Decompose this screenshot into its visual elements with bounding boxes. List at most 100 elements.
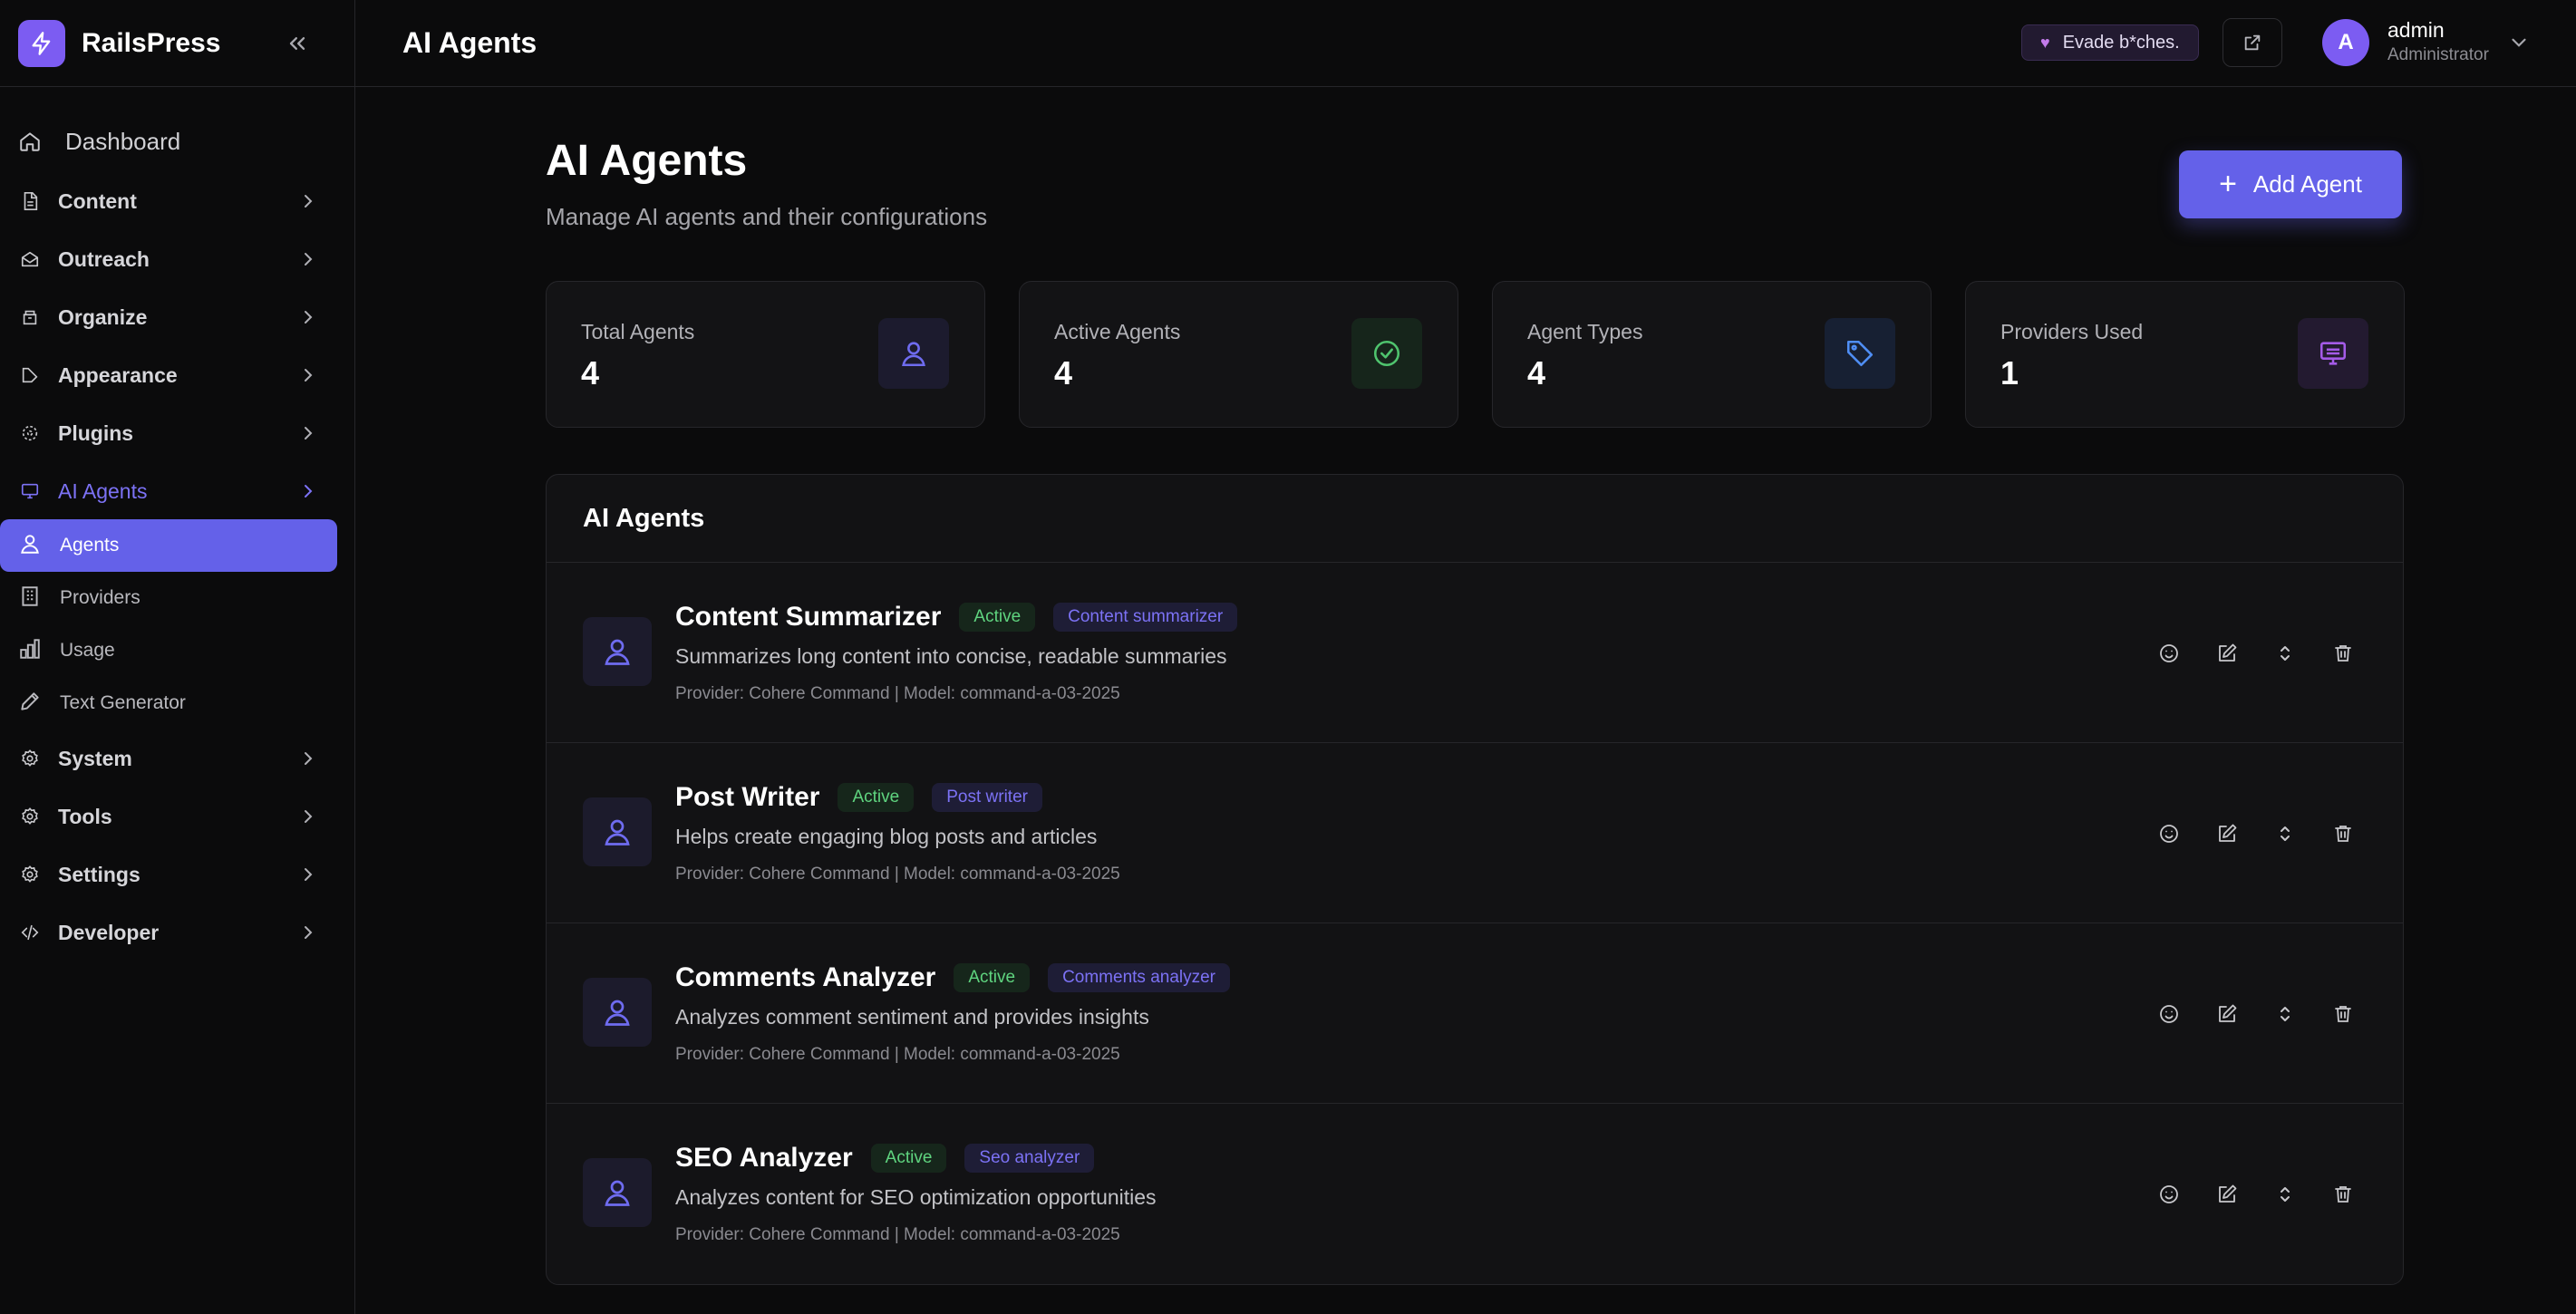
edit-agent-button[interactable]: [2209, 635, 2245, 671]
sidebar-subitem-usage[interactable]: Usage: [0, 624, 337, 677]
sidebar-item-developer[interactable]: Developer: [0, 907, 355, 958]
page-title: AI Agents: [546, 137, 748, 185]
stat-card-providers-used: Providers Used 1: [1965, 281, 2405, 428]
external-link-icon: [2244, 34, 2261, 51]
edit-agent-button[interactable]: [2209, 996, 2245, 1032]
sidebar: RailsPress Dashboard Content Outreach Or…: [0, 0, 355, 1314]
chevron-up-down-icon: [2281, 1007, 2290, 1021]
mail-open-icon: [18, 247, 42, 271]
bar-chart-icon: [18, 637, 42, 665]
trash-icon: [2335, 1006, 2351, 1022]
avatar[interactable]: A: [2322, 19, 2369, 66]
app-name[interactable]: RailsPress: [82, 28, 220, 59]
sidebar-subitem-agents[interactable]: Agents: [0, 519, 337, 572]
add-agent-button[interactable]: + Add Agent: [2179, 150, 2402, 218]
sidebar-item-dashboard[interactable]: Dashboard: [0, 116, 355, 167]
bolt-icon[interactable]: [18, 19, 65, 67]
reorder-agent-button[interactable]: [2267, 816, 2303, 852]
type-badge: Comments analyzer: [1048, 963, 1231, 992]
topbar: AI Agents ♥ Evade b*ches. A admin Admini…: [355, 0, 2576, 87]
agent-header: SEO Analyzer Active Seo analyzer: [675, 1143, 1095, 1174]
agent-name[interactable]: Content Summarizer: [675, 602, 941, 633]
chevron-right-icon: [305, 311, 313, 324]
delete-agent-button[interactable]: [2325, 816, 2361, 852]
sidebar-item-content[interactable]: Content: [0, 176, 355, 227]
row-actions: [2151, 996, 2383, 1032]
agent-description: Helps create engaging blog posts and art…: [675, 825, 1098, 848]
sidebar-item-system[interactable]: System: [0, 733, 355, 784]
delete-agent-button[interactable]: [2325, 1176, 2361, 1213]
sidebar-item-ai-agents[interactable]: AI Agents: [0, 466, 355, 517]
sidebar-item-plugins[interactable]: Plugins: [0, 408, 355, 459]
sidebar-item-label: Plugins: [58, 420, 134, 445]
sidebar-item-organize[interactable]: Organize: [0, 292, 355, 343]
chevron-right-icon: [305, 810, 313, 823]
sidebar-subitem-text-generator[interactable]: Text Generator: [0, 677, 337, 729]
sidebar-item-label: Developer: [58, 920, 160, 944]
user-icon: [18, 532, 42, 560]
sidebar-item-appearance[interactable]: Appearance: [0, 350, 355, 401]
stat-label: Total Agents: [581, 320, 695, 343]
sidebar-subitem-providers[interactable]: Providers: [0, 572, 337, 624]
sidebar-item-outreach[interactable]: Outreach: [0, 234, 355, 285]
smile-icon: [2160, 644, 2178, 662]
status-badge: Active: [954, 963, 1031, 992]
chevron-up-down-icon: [2281, 826, 2290, 841]
check-circle-icon: [1351, 318, 1422, 389]
agent-name[interactable]: SEO Analyzer: [675, 1143, 853, 1174]
sidebar-item-label: Dashboard: [65, 127, 181, 155]
sidebar-item-tools[interactable]: Tools: [0, 791, 355, 842]
puzzle-icon: [18, 421, 42, 445]
palette-icon: [18, 363, 42, 387]
agent-avatar: [583, 978, 652, 1047]
gear-icon: [18, 747, 42, 770]
agent-name[interactable]: Post Writer: [675, 782, 819, 813]
type-badge: Seo analyzer: [964, 1144, 1095, 1173]
chevron-right-icon: [305, 369, 313, 382]
chevron-right-icon: [305, 253, 313, 266]
smile-icon: [2160, 825, 2178, 843]
gear-icon: [18, 805, 42, 828]
agent-header: Post Writer Active Post writer: [675, 782, 1042, 813]
user-icon: [605, 1000, 630, 1026]
reorder-agent-button[interactable]: [2267, 1176, 2303, 1213]
delete-agent-button[interactable]: [2325, 635, 2361, 671]
monitor-icon: [2298, 318, 2368, 389]
test-agent-button[interactable]: [2151, 1176, 2187, 1213]
announcement-pill[interactable]: ♥ Evade b*ches.: [2021, 24, 2199, 61]
collapse-sidebar-button[interactable]: [279, 25, 315, 62]
reorder-agent-button[interactable]: [2267, 996, 2303, 1032]
test-agent-button[interactable]: [2151, 996, 2187, 1032]
test-agent-button[interactable]: [2151, 635, 2187, 671]
tag-icon: [1825, 318, 1895, 389]
sidebar-item-label: Appearance: [58, 362, 178, 387]
agents-card: AI Agents Content Summarizer Active Cont…: [546, 474, 2404, 1285]
agent-name[interactable]: Comments Analyzer: [675, 962, 935, 993]
row-actions: [2151, 816, 2383, 852]
test-agent-button[interactable]: [2151, 816, 2187, 852]
trash-icon: [2335, 1186, 2351, 1203]
user-name[interactable]: admin: [2387, 18, 2445, 43]
edit-agent-button[interactable]: [2209, 816, 2245, 852]
sidebar-item-label: AI Agents: [58, 478, 148, 503]
agent-description: Summarizes long content into concise, re…: [675, 644, 1227, 668]
edit-icon: [2219, 1184, 2237, 1203]
type-badge: Post writer: [932, 783, 1042, 812]
stat-card-total-agents: Total Agents 4: [546, 281, 985, 428]
delete-agent-button[interactable]: [2325, 996, 2361, 1032]
row-actions: [2151, 635, 2383, 671]
reorder-agent-button[interactable]: [2267, 635, 2303, 671]
list-item: Comments Analyzer Active Comments analyz…: [547, 923, 2403, 1104]
sidebar-item-label: Settings: [58, 862, 140, 886]
sidebar-item-settings[interactable]: Settings: [0, 849, 355, 900]
user-icon: [605, 1180, 630, 1206]
stat-card-agent-types: Agent Types 4: [1492, 281, 1932, 428]
edit-icon: [2219, 643, 2237, 662]
user-role: Administrator: [2387, 45, 2489, 64]
stat-card-active-agents: Active Agents 4: [1019, 281, 1458, 428]
topbar-title: AI Agents: [402, 26, 537, 59]
chevron-down-icon[interactable]: [2507, 31, 2531, 54]
open-site-button[interactable]: [2223, 18, 2282, 67]
edit-agent-button[interactable]: [2209, 1176, 2245, 1213]
chevron-right-icon: [305, 868, 313, 881]
